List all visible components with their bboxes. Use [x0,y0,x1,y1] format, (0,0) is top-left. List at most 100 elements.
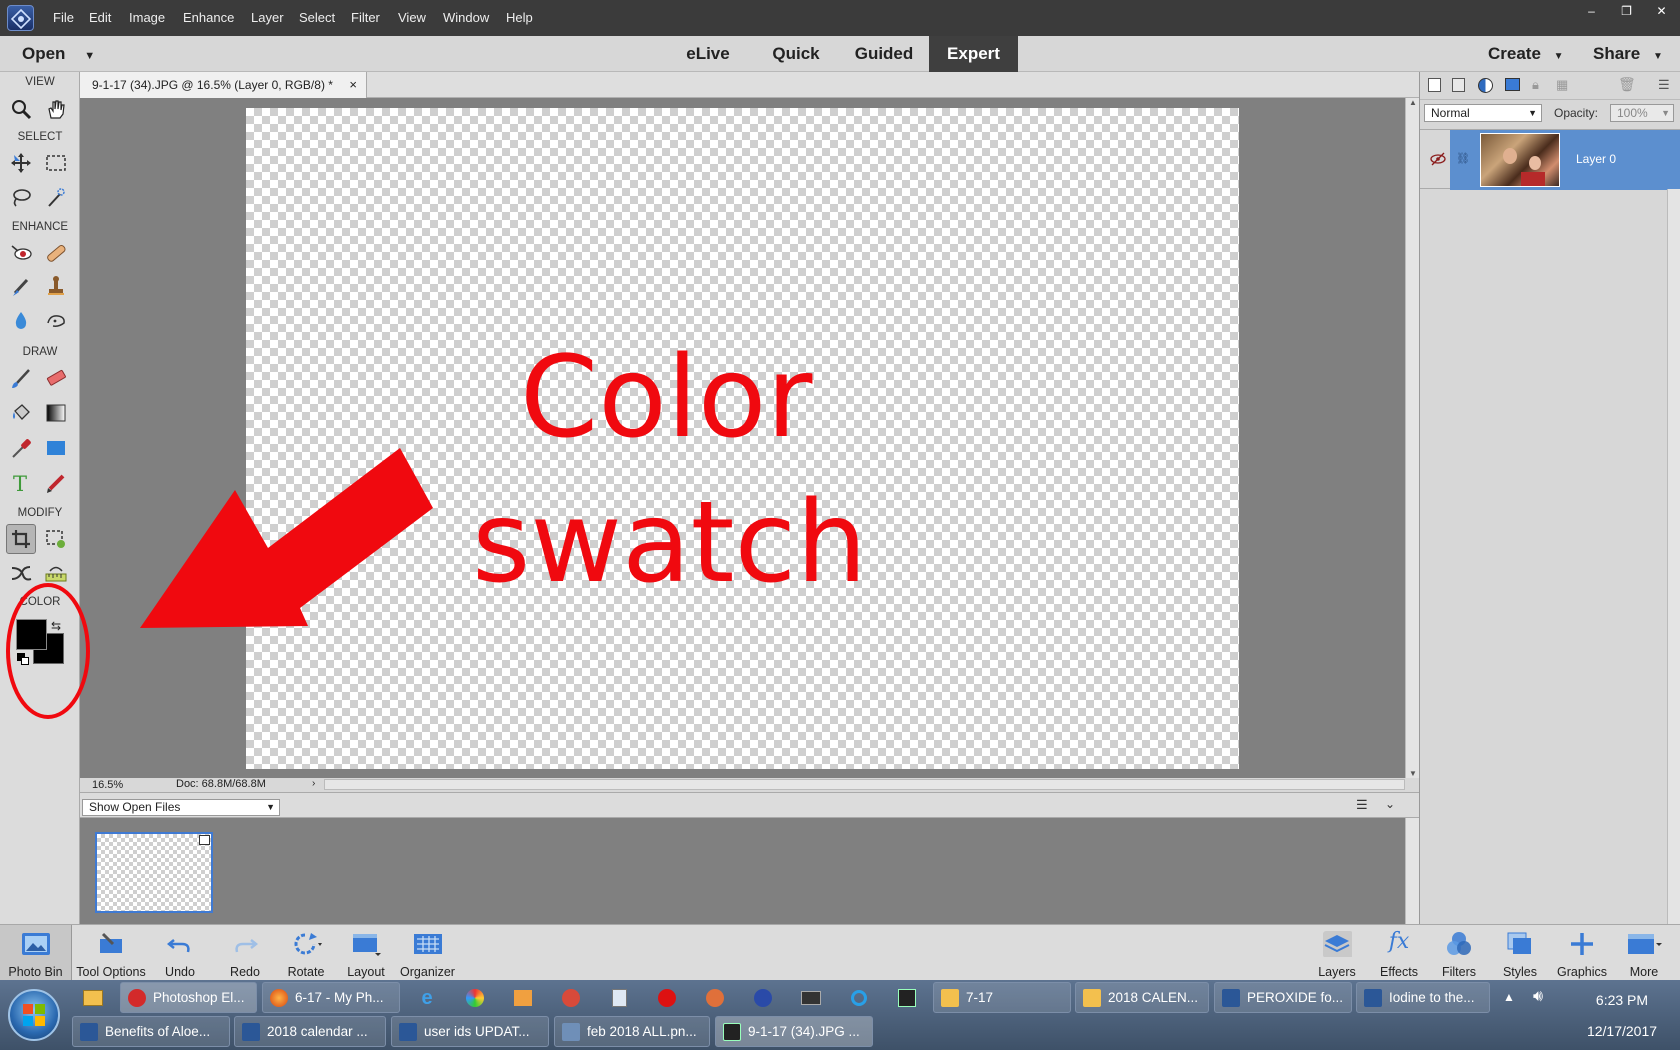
eraser-tool-icon[interactable] [41,363,71,393]
app-logo-icon[interactable] [7,5,34,31]
stop-icon[interactable] [652,985,682,1011]
marquee-tool-icon[interactable] [41,148,71,178]
photo-bin-thumbnail[interactable] [95,832,213,913]
pencil-tool-icon[interactable] [41,468,71,498]
layer-name[interactable]: Layer 0 [1576,152,1616,166]
bin-scrollbar[interactable] [1405,818,1419,924]
image-canvas[interactable] [246,108,1239,769]
taskbar-feb-2018[interactable]: feb 2018 ALL.pn... [554,1016,710,1047]
recompose-tool-icon[interactable] [41,524,71,554]
close-window-button[interactable]: ✕ [1645,2,1678,20]
close-tab-icon[interactable]: × [349,72,357,98]
media-icon[interactable] [508,985,538,1011]
minimize-button[interactable]: – [1575,2,1608,20]
explorer-quicklaunch-icon[interactable] [78,985,108,1011]
search-icon[interactable] [844,985,874,1011]
status-menu-arrow-icon[interactable]: › [312,778,315,789]
layout-button[interactable]: Layout [337,925,395,981]
brush-tool-icon[interactable] [6,363,36,393]
effects-button[interactable]: fx Effects [1369,925,1429,981]
default-colors-icon[interactable] [17,653,29,665]
tab-expert[interactable]: Expert [929,36,1018,72]
quick-selection-tool-icon[interactable] [41,182,71,212]
scroll-up-arrow-icon[interactable]: ▲ [1409,98,1417,107]
menu-layer[interactable]: Layer [251,10,284,25]
show-open-files-select[interactable]: Show Open Files ▼ [82,799,280,816]
taskbar-my-photos[interactable]: 6-17 - My Ph... [262,982,400,1013]
layer-row[interactable]: ⛓︎ Layer 0 [1420,129,1680,190]
adjustment-layer-icon[interactable] [1478,78,1493,93]
menu-image[interactable]: Image [129,10,165,25]
app-icon[interactable] [700,985,730,1011]
globe-icon[interactable] [556,985,586,1011]
malwarebytes-icon[interactable] [748,985,778,1011]
gradient-tool-icon[interactable] [41,398,71,428]
new-group-icon[interactable] [1452,78,1465,92]
lasso-tool-icon[interactable] [6,182,36,212]
taskbar-active-document[interactable]: 9-1-17 (34).JPG ... [715,1016,873,1047]
crop-tool-icon[interactable] [6,524,36,554]
document-tab[interactable]: 9-1-17 (34).JPG @ 16.5% (Layer 0, RGB/8)… [80,72,367,98]
type-tool-icon[interactable]: T [6,468,36,498]
foreground-color-swatch[interactable] [16,619,47,650]
rotate-button[interactable]: Rotate [275,925,337,981]
straighten-tool-icon[interactable] [41,558,71,588]
move-tool-icon[interactable] [6,148,36,178]
menu-view[interactable]: View [398,10,426,25]
menu-select[interactable]: Select [299,10,335,25]
open-button[interactable]: Open ▼ [22,36,102,72]
layers-button[interactable]: Layers [1307,925,1367,981]
zoom-level[interactable]: 16.5% [92,779,123,791]
menu-enhance[interactable]: Enhance [183,10,234,25]
tab-elive[interactable]: eLive [672,36,744,72]
shape-tool-icon[interactable] [41,433,71,463]
scroll-down-arrow-icon[interactable]: ▼ [1409,769,1417,778]
taskbar-2018-calendar-doc[interactable]: 2018 calendar ... [234,1016,386,1047]
notepad-icon[interactable] [604,985,634,1011]
eyedropper-tool-icon[interactable] [6,433,36,463]
paint-bucket-tool-icon[interactable] [6,398,36,428]
new-layer-icon[interactable] [1428,78,1441,92]
share-button[interactable]: Share ▼ [1593,36,1673,72]
restore-button[interactable]: ❐ [1610,2,1643,20]
photo-bin-button[interactable]: Photo Bin [0,925,72,981]
layer-thumbnail[interactable] [1480,133,1560,187]
taskbar-iodine[interactable]: Iodine to the... [1356,982,1490,1013]
organizer-button[interactable]: Organizer [395,925,460,981]
taskbar-folder-7-17[interactable]: 7-17 [933,982,1071,1013]
taskbar-photoshop[interactable]: Photoshop El... [120,982,257,1013]
visibility-hidden-icon[interactable] [1430,152,1446,171]
taskbar-benefits-aloe[interactable]: Benefits of Aloe... [72,1016,230,1047]
horizontal-scrollbar[interactable] [324,779,1405,790]
elements-icon[interactable] [892,985,922,1011]
volume-icon[interactable]: 🔊︎ [1533,988,1543,1006]
taskbar-peroxide[interactable]: PEROXIDE fo... [1214,982,1352,1013]
create-button[interactable]: Create ▼ [1488,36,1578,72]
panel-menu-icon[interactable]: ☰ [1658,77,1670,93]
paint-icon[interactable] [460,985,490,1011]
more-button[interactable]: More [1613,925,1675,981]
filters-button[interactable]: Filters [1429,925,1489,981]
opacity-field[interactable]: 100% ▼ [1610,104,1674,122]
taskbar-user-ids[interactable]: user ids UPDAT... [391,1016,549,1047]
content-aware-move-tool-icon[interactable] [6,558,36,588]
menu-window[interactable]: Window [443,10,489,25]
lock-all-icon[interactable]: 🔒︎ [1532,77,1539,93]
tab-quick[interactable]: Quick [760,36,832,72]
sponge-tool-icon[interactable] [41,305,71,335]
blend-mode-select[interactable]: Normal ▼ [1424,104,1542,122]
bin-menu-icon[interactable]: ☰ [1356,797,1368,813]
menu-help[interactable]: Help [506,10,533,25]
menu-edit[interactable]: Edit [89,10,111,25]
layer-mask-icon[interactable] [1505,78,1520,91]
smart-brush-tool-icon[interactable] [6,271,36,301]
clone-stamp-tool-icon[interactable] [41,271,71,301]
delete-layer-icon[interactable]: 🗑︎ [1618,76,1636,93]
undo-button[interactable]: Undo [150,925,210,981]
hand-tool-icon[interactable] [41,94,71,124]
graphics-button[interactable]: Graphics [1551,925,1613,981]
healing-brush-tool-icon[interactable] [41,238,71,268]
bin-collapse-icon[interactable]: ⌄ [1385,797,1395,811]
styles-button[interactable]: Styles [1490,925,1550,981]
menu-filter[interactable]: Filter [351,10,380,25]
